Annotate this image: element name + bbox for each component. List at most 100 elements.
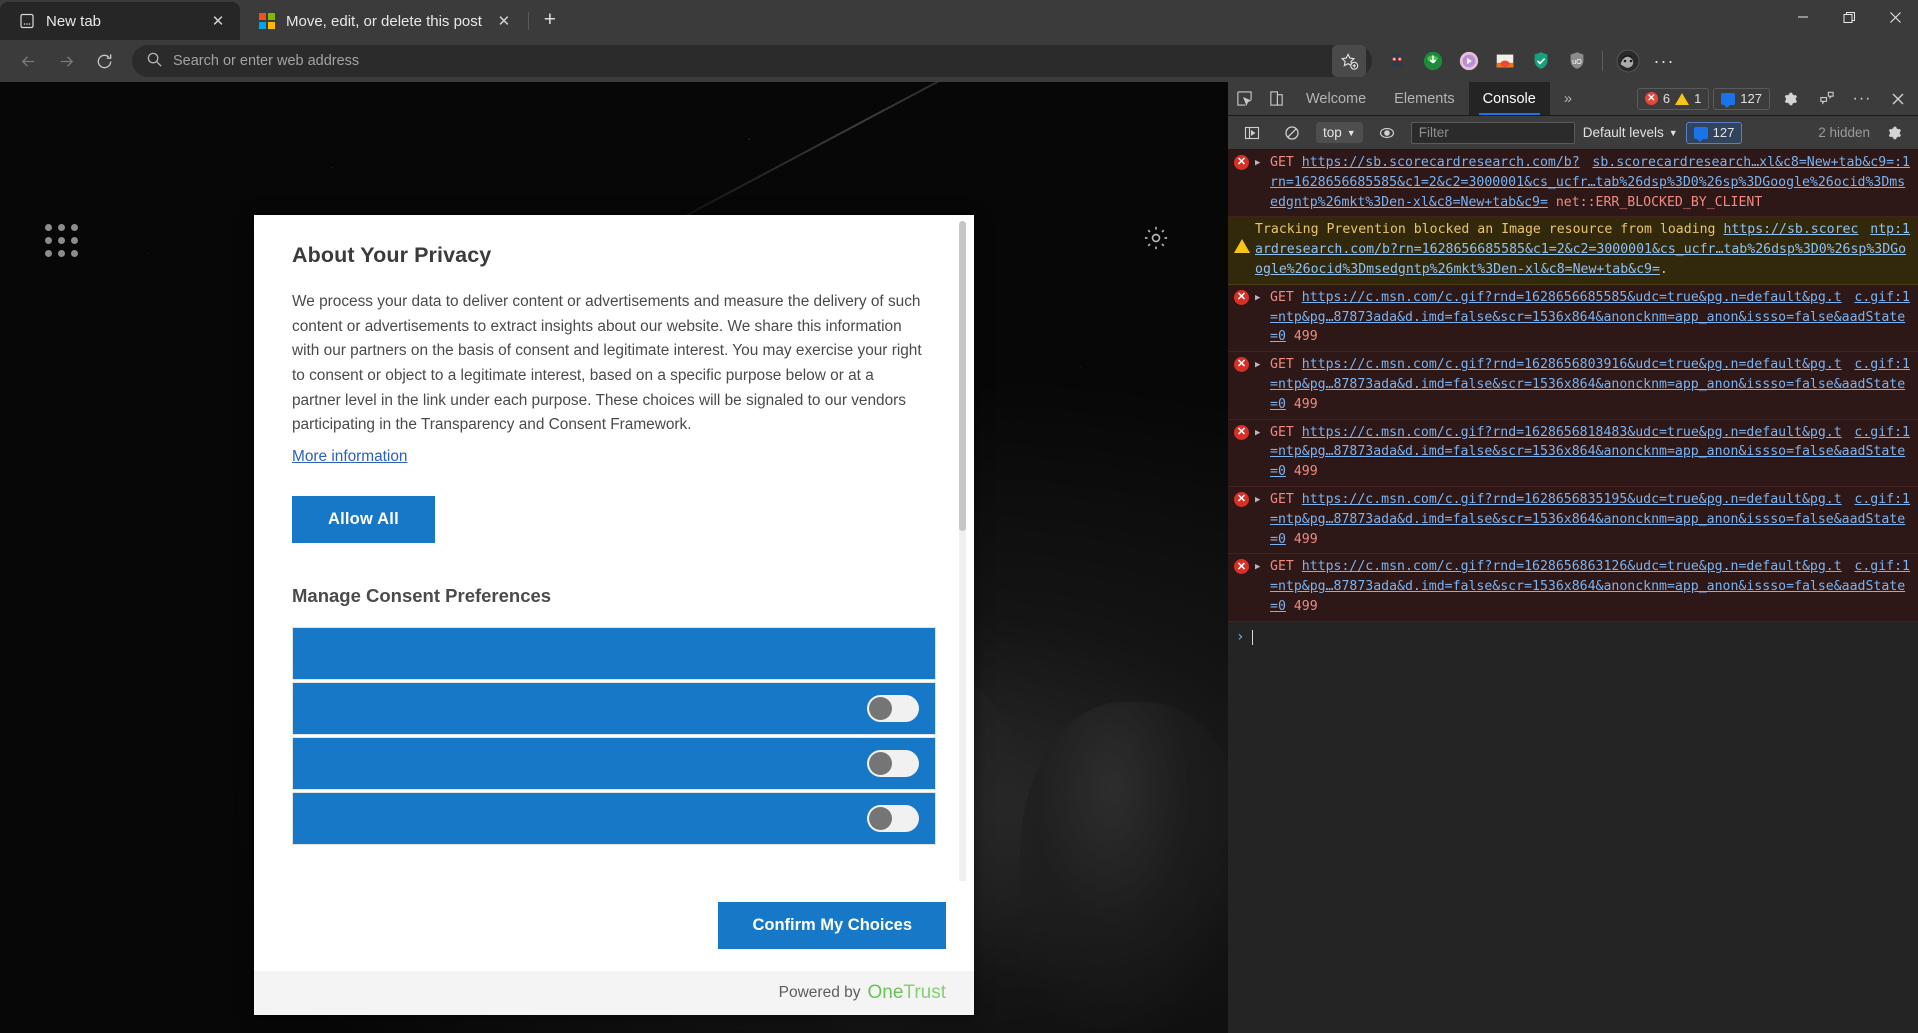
console-message-row[interactable]: ✕ ▶ c.gif:1 GET https://c.msn.com/c.gif?… <box>1228 352 1918 420</box>
console-context-selector[interactable]: top ▼ <box>1316 122 1363 143</box>
browser-tab-new-tab[interactable]: New tab ✕ <box>0 2 240 40</box>
page-settings-gear-icon[interactable] <box>1142 224 1170 252</box>
expand-arrow-icon[interactable]: ▶ <box>1255 557 1265 616</box>
tab-divider <box>527 12 529 30</box>
profile-avatar[interactable] <box>1611 45 1645 77</box>
inspect-element-icon[interactable] <box>1228 82 1260 115</box>
console-message-row[interactable]: ✕ ▶ c.gif:1 GET https://c.msn.com/c.gif?… <box>1228 419 1918 487</box>
console-message-source[interactable]: c.gif:1 <box>1854 288 1910 308</box>
console-message-source[interactable]: ntp:1 <box>1870 220 1910 240</box>
consent-group-row[interactable] <box>292 736 936 790</box>
console-message-source[interactable]: sb.scorecardresearch…xl&c8=New+tab&c9=:1 <box>1592 153 1910 173</box>
expand-arrow-icon[interactable]: ▶ <box>1255 288 1265 347</box>
more-information-link[interactable]: More information <box>292 448 407 466</box>
window-close-button[interactable] <box>1872 0 1918 34</box>
extension-darkreader-icon[interactable] <box>1380 45 1414 77</box>
console-message-source[interactable]: c.gif:1 <box>1854 557 1910 577</box>
tab-elements[interactable]: Elements <box>1380 82 1468 115</box>
tab-close-button[interactable]: ✕ <box>206 9 230 33</box>
console-message-status: net::ERR_BLOCKED_BY_CLIENT <box>1555 194 1763 210</box>
consent-group-row[interactable] <box>292 681 936 735</box>
console-message-url-head[interactable]: https://sb.scorecardresearch. <box>1302 155 1532 170</box>
expand-arrow-icon[interactable]: ▶ <box>1255 490 1265 549</box>
new-tab-button[interactable]: + <box>533 3 567 37</box>
message-count-badge[interactable]: 127 <box>1713 87 1770 110</box>
console-message-url-head[interactable]: https://c.msn.com/c.gif?rnd=162865680391… <box>1302 357 1794 372</box>
app-grid-icon[interactable] <box>45 224 79 258</box>
tab-welcome[interactable]: Welcome <box>1292 82 1380 115</box>
error-icon: ✕ <box>1234 153 1250 212</box>
consent-group-row[interactable] <box>292 791 936 845</box>
console-sidebar-icon[interactable] <box>1236 125 1268 141</box>
address-bar[interactable]: Search or enter web address <box>132 45 1372 77</box>
message-count: 127 <box>1740 91 1762 106</box>
extension-idm-icon[interactable] <box>1416 45 1450 77</box>
live-expression-icon[interactable] <box>1371 125 1403 141</box>
close-icon[interactable] <box>1882 92 1914 106</box>
onetrust-logo: OneTrust <box>868 982 947 1004</box>
expand-arrow-icon[interactable]: ▶ <box>1255 355 1265 414</box>
add-favorite-icon[interactable] <box>1332 45 1366 77</box>
console-message-source[interactable]: c.gif:1 <box>1854 355 1910 375</box>
console-message-url-head[interactable]: https://sb. <box>1723 222 1810 237</box>
device-toolbar-icon[interactable] <box>1260 82 1292 115</box>
expand-arrow-icon[interactable]: ▶ <box>1255 423 1265 482</box>
clear-console-icon[interactable] <box>1276 125 1308 141</box>
warning-icon <box>1675 92 1690 105</box>
console-message-list[interactable]: ✕ ▶ sb.scorecardresearch…xl&c8=New+tab&c… <box>1228 150 1918 1033</box>
console-message-url-head[interactable]: https://c.msn.com/c.gif?rnd=162865668558… <box>1302 290 1794 305</box>
tab-close-button[interactable]: ✕ <box>492 9 516 33</box>
console-message-text: sb.scorecardresearch…xl&c8=New+tab&c9=:1… <box>1270 153 1910 212</box>
onetrust-logo-one: One <box>867 982 904 1003</box>
consent-toggle[interactable] <box>867 694 919 722</box>
http-method: GET <box>1270 357 1294 373</box>
forward-button[interactable] <box>48 45 84 77</box>
consent-group-row[interactable] <box>292 626 936 680</box>
consent-toggle[interactable] <box>867 749 919 777</box>
http-method: GET <box>1270 424 1294 440</box>
gear-icon[interactable] <box>1774 91 1806 107</box>
console-message-source[interactable]: c.gif:1 <box>1854 423 1910 443</box>
console-message-row[interactable]: ✕ ▶ c.gif:1 GET https://c.msn.com/c.gif?… <box>1228 284 1918 353</box>
consent-toggle[interactable] <box>867 804 919 832</box>
settings-more-icon[interactable]: ··· <box>1647 45 1681 77</box>
expand-arrow-icon[interactable]: ▶ <box>1255 153 1265 212</box>
window-restore-button[interactable] <box>1826 0 1872 34</box>
window-minimize-button[interactable] <box>1780 0 1826 34</box>
consent-dialog: About Your Privacy We process your data … <box>254 215 974 1015</box>
error-warning-badge[interactable]: ✕ 6 1 <box>1636 87 1710 110</box>
more-tabs-button[interactable]: » <box>1550 82 1586 115</box>
console-message-row[interactable]: ✕ ▶ c.gif:1 GET https://c.msn.com/c.gif?… <box>1228 554 1918 622</box>
console-log-levels-selector[interactable]: Default levels ▼ <box>1583 125 1678 140</box>
console-message-source[interactable]: c.gif:1 <box>1854 490 1910 510</box>
search-input[interactable]: Search or enter web address <box>173 53 1322 69</box>
confirm-my-choices-button[interactable]: Confirm My Choices <box>718 902 946 949</box>
console-message-url-head[interactable]: https://c.msn.com/c.gif?rnd=162865683519… <box>1302 492 1794 507</box>
feedback-icon[interactable] <box>1810 90 1842 107</box>
extension-shield-green-icon[interactable] <box>1524 45 1558 77</box>
console-message-url-head[interactable]: https://c.msn.com/c.gif?rnd=162865686312… <box>1302 559 1794 574</box>
tab-console[interactable]: Console <box>1468 82 1550 115</box>
extension-image-icon[interactable] <box>1488 45 1522 77</box>
console-settings-gear-icon[interactable] <box>1878 125 1910 141</box>
allow-all-button[interactable]: Allow All <box>292 495 435 543</box>
refresh-button[interactable] <box>86 45 122 77</box>
browser-tab-move-edit-post[interactable]: Move, edit, or delete this post ✕ <box>240 2 526 40</box>
console-prompt[interactable]: › <box>1228 622 1918 653</box>
extension-ublock-icon[interactable]: uO <box>1560 45 1594 77</box>
consent-dialog-scrollbar-thumb[interactable] <box>959 221 966 531</box>
consent-dialog-footer: Powered by OneTrust <box>254 971 974 1015</box>
more-options-icon[interactable]: ··· <box>1846 90 1878 108</box>
tab-strip: New tab ✕ Move, edit, or delete this pos… <box>0 0 567 40</box>
count-value: 127 <box>1712 125 1735 140</box>
console-message-row[interactable]: ✕ ▶ sb.scorecardresearch…xl&c8=New+tab&c… <box>1228 150 1918 218</box>
back-button[interactable] <box>10 45 46 77</box>
console-message-row[interactable]: ntp:1 Tracking Prevention blocked an Ima… <box>1228 217 1918 285</box>
console-warning-text: Tracking Prevention blocked an Image res… <box>1255 222 1716 238</box>
console-message-count-pill[interactable]: 127 <box>1685 121 1743 144</box>
console-filter-input[interactable]: Filter <box>1410 121 1575 144</box>
console-message-row[interactable]: ✕ ▶ c.gif:1 GET https://c.msn.com/c.gif?… <box>1228 486 1918 555</box>
newtab-icon <box>18 12 36 30</box>
console-message-url-head[interactable]: https://c.msn.com/c.gif?rnd=162865681848… <box>1302 425 1794 440</box>
extension-mediaplayer-icon[interactable] <box>1452 45 1486 77</box>
